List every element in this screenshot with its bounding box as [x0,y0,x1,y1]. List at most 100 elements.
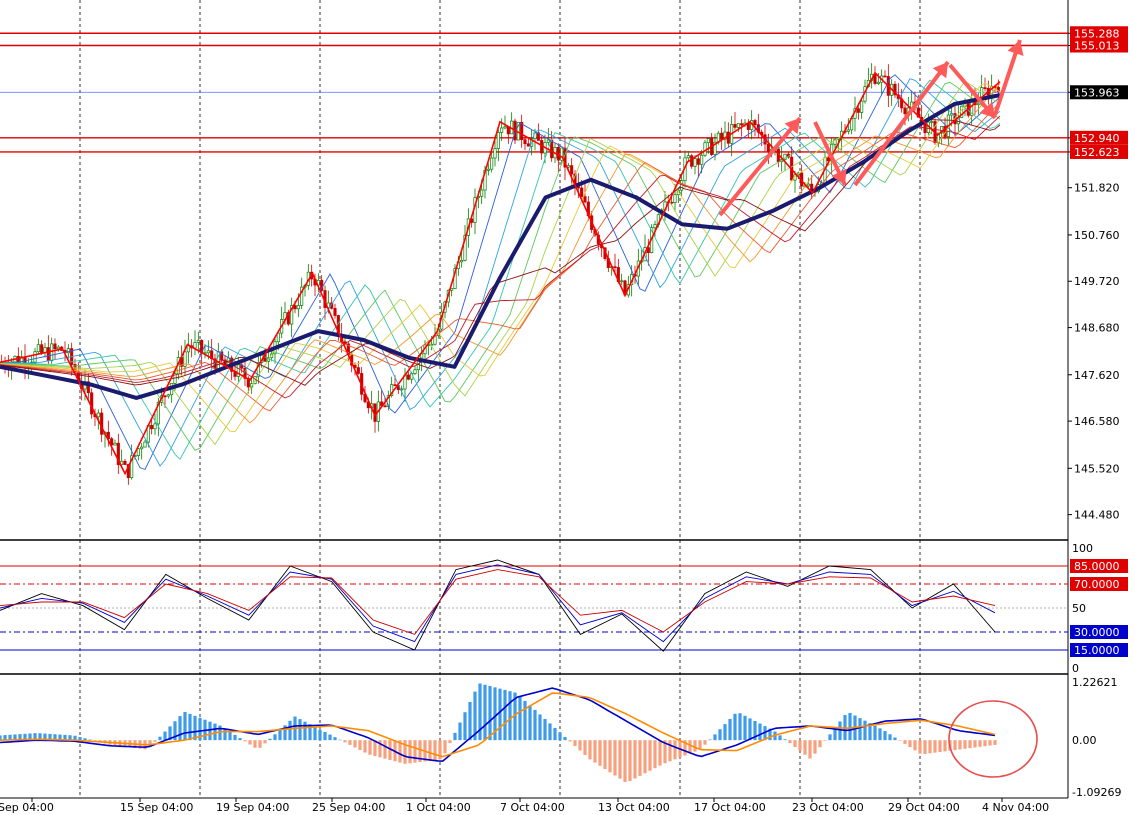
macd-histogram-bar [958,740,962,750]
candle-body [153,423,157,430]
candle-body [196,339,200,343]
macd-histogram-bar [268,738,272,741]
time-axis-label: 7 Oct 04:00 [500,801,565,814]
candle-body [413,369,417,374]
time-axis: Sep 04:00 15 Sep 04:00 19 Sep 04:00 25 Sep … [0,797,1068,814]
candle-body [333,308,337,316]
macd-histogram-bar [528,705,532,741]
candle-body [150,425,154,430]
macd-histogram-bar [693,740,697,752]
macd-histogram-bar [428,740,432,761]
macd-histogram-bar [238,738,242,741]
candle-body [193,342,197,349]
macd-histogram-bar [703,740,707,745]
macd-histogram-bar [878,728,882,741]
macd-histogram-bar [898,740,902,741]
candle-body [383,405,387,408]
macd-histogram-bar [603,740,607,770]
price-axis: 155.288155.013 153.963 152.940152.623 151.8… [1068,26,1128,799]
price-axis-label: 146.580 [1074,415,1120,428]
macd-histogram-bar [783,739,787,741]
macd-histogram-bar [928,740,932,754]
candle-body [96,412,100,418]
macd-histogram-bar [538,714,542,741]
macd-histogram-bar [858,718,862,741]
macd-histogram-bar [588,740,592,760]
candle-body [490,157,494,170]
macd-histogram-bar [598,740,602,766]
macd-histogram-bar [208,721,212,741]
macd-histogram-bar [933,740,937,753]
candle-body [296,305,300,310]
macd-histogram-bar [643,740,647,774]
trading-chart[interactable]: 155.288155.013 153.963 152.940152.623 151.8… [0,0,1135,815]
price-axis-label: 151.820 [1074,182,1120,195]
candle-body [503,126,507,129]
macd-histogram-bar [193,715,197,741]
macd-histogram-bar [348,740,352,745]
candle-body [703,142,707,156]
macd-histogram-bar [258,740,262,748]
time-axis-label: 1 Oct 04:00 [406,801,471,814]
macd-histogram-bar [913,740,917,751]
candle-body [806,183,810,187]
candle-body [206,350,210,354]
macd-histogram-bar [508,691,512,741]
macd-histogram-bar [978,740,982,747]
candle-body [720,132,724,140]
macd-histogram-bar [288,720,292,741]
macd-histogram-bar [573,740,577,746]
macd-histogram-bar [608,740,612,773]
macd-histogram-bar [653,740,657,769]
price-axis-label: 155.288 [1074,27,1120,40]
macd-histogram-bar [713,734,717,741]
macd-histogram-bar [548,723,552,741]
macd-histogram-bar [433,740,437,761]
candle-body [33,351,37,363]
candle-body [733,124,737,128]
macd-histogram-bar [748,718,752,741]
macd-histogram-bar [273,734,277,741]
macd-histogram-bar [618,740,622,779]
candle-body [163,395,167,398]
macd-histogram-bar [523,700,527,741]
candle-body [653,224,657,229]
candle-body [766,143,770,153]
time-axis-label: 23 Oct 04:00 [792,801,864,814]
macd-histogram-bar [788,740,792,744]
oscillator-level-label: 30.0000 [1074,626,1120,639]
macd-histogram-bar [558,732,562,741]
macd-histogram-bar [668,740,672,762]
macd-histogram-bar [468,701,472,741]
oscillator-axis-label: 100 [1072,542,1093,555]
macd-histogram-bar [583,740,587,755]
candle-body [143,441,147,448]
candle-body [520,121,524,141]
macd-histogram-bar [253,740,257,748]
macd-histogram-bar [793,740,797,747]
candle-body [860,100,864,113]
macd-histogram-bar [153,740,157,742]
macd-histogram-bar [973,740,977,748]
macd-histogram-bar [658,740,662,766]
macd-histogram-bar [228,731,232,741]
macd-histogram-bar [483,684,487,741]
macd-histogram-bar [383,740,387,759]
macd-histogram-bar [988,740,992,746]
macd-histogram-bar [628,740,632,782]
macd-histogram-bar [303,721,307,741]
macd-histogram-bar [593,740,597,763]
candle-body [36,344,40,353]
macd-histogram-bar [568,740,572,742]
price-axis-label: 148.680 [1074,322,1120,335]
macd-histogram-bar [353,740,357,748]
macd-histogram-bar [798,740,802,751]
macd-histogram-bar [503,689,507,741]
macd-histogram-bar [918,740,922,754]
macd-histogram-bar [838,721,842,741]
price-axis-label: 149.720 [1074,275,1120,288]
candle-body [46,347,50,362]
time-axis-label: 4 Nov 04:00 [982,801,1049,814]
macd-histogram-bar [318,729,322,741]
macd-histogram-bar [358,740,362,751]
